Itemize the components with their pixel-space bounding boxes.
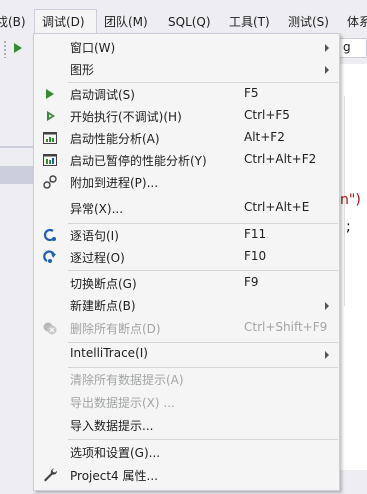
menu-item-label: 新建断点(B)	[70, 299, 136, 313]
attach-process-icon	[43, 175, 57, 189]
menu-item-label: 导出数据提示(X) ...	[70, 396, 175, 410]
solution-config-combo[interactable]: g	[338, 38, 367, 58]
menubar-build[interactable]: 戍(B)	[0, 10, 26, 34]
menu-item-label: 异常(X)...	[70, 202, 124, 216]
menubar-team[interactable]: 团队(M)	[104, 10, 148, 34]
menubar-debug[interactable]: 调试(D)	[34, 9, 97, 34]
menubar-architecture[interactable]: 体系	[347, 10, 367, 34]
play-outline-icon	[47, 111, 55, 121]
menu-item-shortcut: Ctrl+Alt+E	[244, 200, 310, 214]
submenu-arrow-icon	[325, 44, 329, 52]
menu-item-label: 逐过程(O)	[70, 251, 125, 265]
code-line-1: n")	[340, 192, 361, 208]
debug-dropdown-menu: 窗口(W) 图形 启动调试(S) F5 开始执行(不调试)(H) Ctrl+F5…	[33, 33, 340, 491]
menu-item-shortcut: Ctrl+Alt+F2	[244, 152, 317, 166]
left-panel	[0, 64, 34, 494]
left-panel-divider	[0, 146, 34, 148]
menubar-test[interactable]: 测试(S)	[288, 10, 329, 34]
menu-item-label: 启动调试(S)	[70, 88, 135, 102]
menu-item-label: 窗口(W)	[70, 41, 116, 55]
start-debug-toolbar-icon[interactable]	[14, 43, 22, 53]
menu-item-new-breakpoint[interactable]: 新建断点(B)	[34, 294, 339, 316]
menu-item-label: 开始执行(不调试)(H)	[70, 110, 182, 124]
menu-item-label: 启动性能分析(A)	[70, 132, 160, 146]
editor-bottom-bar	[340, 470, 367, 494]
menu-item-label: 逐语句(I)	[70, 229, 119, 243]
menu-item-label: 附加到进程(P)...	[70, 176, 159, 190]
menu-item-start-profiling[interactable]: 启动性能分析(A) Alt+F2	[34, 127, 339, 149]
menu-item-attach-to-process[interactable]: 附加到进程(P)...	[34, 171, 339, 193]
submenu-arrow-icon	[325, 66, 329, 74]
menu-item-label: 选项和设置(G)...	[70, 446, 161, 460]
menu-item-label: 图形	[70, 63, 95, 77]
combo-text: g	[343, 40, 351, 54]
menu-item-shortcut: F10	[244, 249, 267, 263]
menu-item-shortcut: F9	[244, 275, 259, 289]
menu-item-label: IntelliTrace(I)	[70, 346, 148, 360]
menu-item-clear-datatips[interactable]: 清除所有数据提示(A)	[34, 368, 339, 390]
menu-item-graphics[interactable]: 图形	[34, 58, 339, 80]
menubar-sql[interactable]: SQL(Q)	[168, 10, 211, 34]
menu-bar: 戍(B) 调试(D) 团队(M) SQL(Q) 工具(T) 测试(S) 体系	[0, 9, 367, 34]
menu-item-label: 导入数据提示...	[70, 419, 154, 433]
paused-profiler-icon	[43, 154, 57, 166]
menu-item-label: 切换断点(G)	[70, 277, 137, 291]
menu-item-shortcut: F5	[244, 86, 259, 100]
menu-item-shortcut: Alt+F2	[244, 130, 285, 144]
menu-item-window[interactable]: 窗口(W)	[34, 36, 339, 58]
performance-profiler-icon	[43, 132, 57, 144]
menu-item-project-properties[interactable]: Project4 属性...	[34, 464, 339, 486]
menu-item-exceptions[interactable]: 异常(X)... Ctrl+Alt+E	[34, 197, 339, 219]
menu-item-step-over[interactable]: 逐过程(O) F10	[34, 246, 339, 268]
menu-item-start-debugging[interactable]: 启动调试(S) F5	[34, 83, 339, 105]
wrench-icon	[44, 468, 58, 482]
step-into-icon	[43, 228, 56, 242]
submenu-arrow-icon	[325, 351, 329, 359]
delete-breakpoints-icon	[43, 322, 57, 335]
submenu-arrow-icon	[325, 302, 329, 310]
menu-item-shortcut: Ctrl+F5	[244, 108, 290, 122]
menu-item-options-settings[interactable]: 选项和设置(G)...	[34, 441, 339, 463]
menu-item-label: 删除所有断点(D)	[70, 322, 161, 336]
menu-item-intellitrace[interactable]: IntelliTrace(I)	[34, 343, 339, 365]
toolbar-grip	[3, 40, 7, 58]
menu-item-label: 启动已暂停的性能分析(Y)	[70, 154, 207, 168]
menu-item-start-paused-profiling[interactable]: 启动已暂停的性能分析(Y) Ctrl+Alt+F2	[34, 149, 339, 171]
step-over-icon	[43, 250, 56, 263]
menu-item-label: Project4 属性...	[70, 469, 158, 483]
menu-separator	[68, 270, 338, 271]
menu-item-import-datatips[interactable]: 导入数据提示...	[34, 414, 339, 436]
menu-item-label: 清除所有数据提示(A)	[70, 373, 184, 387]
play-icon	[46, 89, 54, 99]
menu-item-step-into[interactable]: 逐语句(I) F11	[34, 224, 339, 246]
menu-item-toggle-breakpoint[interactable]: 切换断点(G) F9	[34, 272, 339, 294]
menu-item-start-without-debugging[interactable]: 开始执行(不调试)(H) Ctrl+F5	[34, 105, 339, 127]
title-strip	[0, 0, 367, 6]
menu-item-export-datatips[interactable]: 导出数据提示(X) ...	[34, 391, 339, 413]
menu-separator	[68, 439, 338, 440]
code-line-2: ;	[346, 219, 351, 235]
left-panel-selected-row	[0, 166, 34, 184]
menu-item-delete-all-breakpoints[interactable]: 删除所有断点(D) Ctrl+Shift+F9	[34, 317, 339, 339]
menu-item-shortcut: F11	[244, 227, 267, 241]
menubar-tools[interactable]: 工具(T)	[229, 10, 270, 34]
menu-item-shortcut: Ctrl+Shift+F9	[244, 320, 328, 334]
